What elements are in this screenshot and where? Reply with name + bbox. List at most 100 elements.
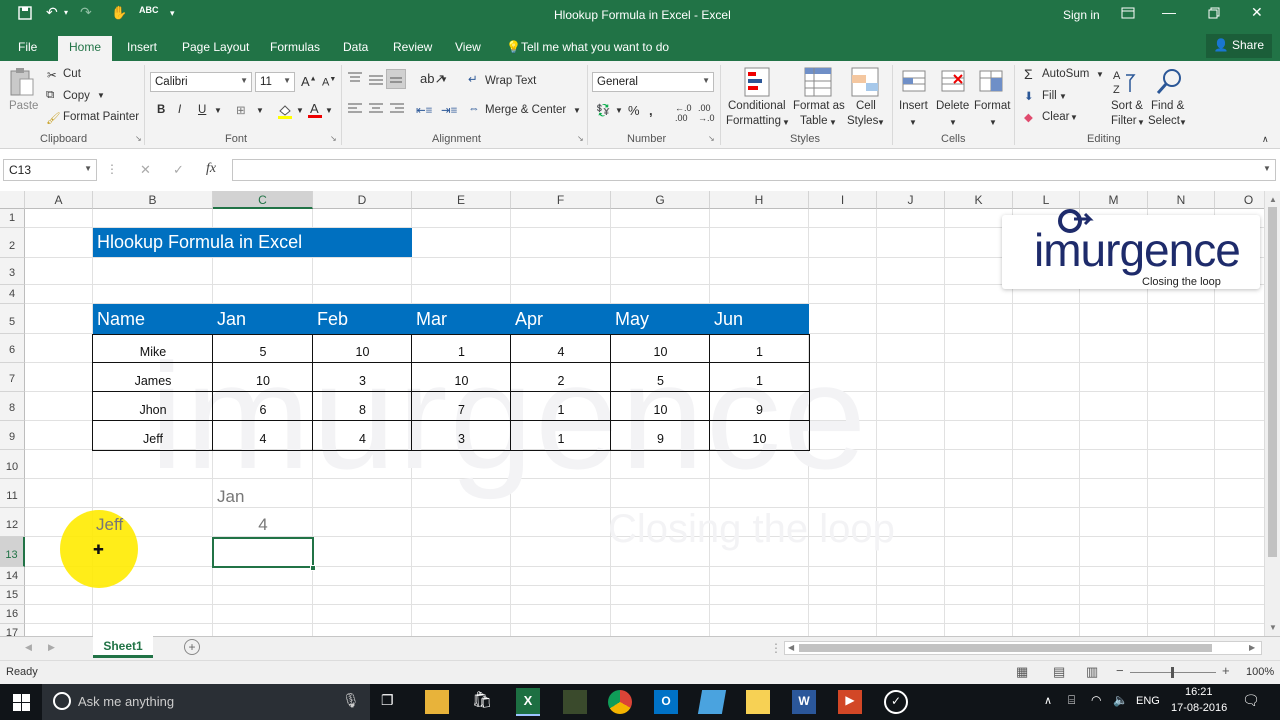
lookup-result-cell[interactable]: 4 (213, 515, 313, 535)
row-header[interactable]: 15 (0, 586, 25, 605)
column-header[interactable]: E (412, 191, 511, 209)
format-as-table-label-1[interactable]: Format as (793, 100, 845, 112)
fill-button[interactable]: Fill (1042, 90, 1057, 102)
wifi-icon[interactable]: ◠ (1091, 693, 1101, 707)
next-sheet-icon[interactable]: ▶ (48, 642, 55, 653)
table-cell[interactable]: 4 (313, 432, 412, 446)
clock-date[interactable]: 17-08-2016 (1171, 702, 1227, 714)
title-cell[interactable]: Hlookup Formula in Excel (93, 232, 302, 253)
table-cell[interactable]: 1 (710, 345, 809, 359)
collapse-ribbon-icon[interactable]: ∧ (1262, 134, 1269, 145)
table-cell[interactable]: 4 (213, 432, 313, 446)
table-cell[interactable]: 4 (511, 345, 611, 359)
clock-time[interactable]: 16:21 (1185, 686, 1213, 698)
copy-dropdown-icon[interactable]: ▼ (97, 91, 105, 100)
show-hidden-icons[interactable]: ∧ (1044, 694, 1052, 707)
table-cell[interactable]: Jhon (93, 403, 213, 417)
insert-function-icon[interactable]: fx (206, 161, 216, 177)
sort-filter-label-2[interactable]: Filter (1111, 115, 1137, 127)
table-cell[interactable]: 10 (313, 345, 412, 359)
format-dropdown-icon[interactable]: ▼ (989, 118, 997, 127)
borders-icon[interactable]: ⊞ (236, 103, 246, 117)
row-header[interactable]: 7 (0, 363, 25, 392)
tab-home[interactable]: Home (58, 36, 113, 61)
row-header[interactable]: 5 (0, 304, 25, 334)
table-cell[interactable]: 10 (213, 374, 313, 388)
autosum-dropdown-icon[interactable]: ▼ (1096, 70, 1104, 79)
table-cell[interactable]: 7 (412, 403, 511, 417)
action-center-icon[interactable]: 🗨 (1242, 692, 1260, 709)
table-cell[interactable]: 10 (412, 374, 511, 388)
table-cell[interactable]: 3 (412, 432, 511, 446)
formula-input[interactable] (232, 159, 1276, 181)
align-middle-icon[interactable] (369, 74, 383, 89)
italic-button[interactable]: I (178, 104, 181, 116)
format-as-table-label-2[interactable]: Table (800, 115, 828, 127)
find-dropdown-icon[interactable]: ▼ (1179, 118, 1187, 127)
column-header[interactable]: F (511, 191, 611, 209)
zoom-slider-thumb[interactable] (1171, 667, 1174, 678)
page-layout-view-icon[interactable]: ▤ (1053, 664, 1065, 680)
spelling-icon[interactable]: ABC (139, 5, 159, 15)
column-header[interactable]: I (809, 191, 877, 209)
cell-styles-label-1[interactable]: Cell (856, 100, 876, 112)
task-view-icon[interactable]: ❐ (381, 692, 394, 709)
tab-data[interactable]: Data (343, 40, 368, 54)
tab-review[interactable]: Review (393, 40, 432, 54)
outlook-icon[interactable]: O (654, 690, 678, 714)
row-header[interactable]: 9 (0, 421, 25, 450)
paste-label[interactable]: Paste (9, 100, 38, 112)
table-cell[interactable]: 1 (710, 374, 809, 388)
expand-formula-icon[interactable]: ▼ (1263, 164, 1271, 173)
header-may[interactable]: May (611, 309, 649, 330)
microphone-icon[interactable]: 🎙 (342, 692, 360, 709)
save-icon[interactable] (18, 6, 32, 23)
align-center-icon[interactable] (369, 103, 383, 118)
align-left-icon[interactable] (348, 103, 362, 118)
table-cell[interactable]: 10 (710, 432, 809, 446)
file-explorer-icon[interactable] (425, 690, 449, 714)
column-header[interactable]: H (710, 191, 809, 209)
sort-dropdown-icon[interactable]: ▼ (1137, 118, 1145, 127)
normal-view-icon[interactable]: ▦ (1016, 664, 1028, 680)
copy-button[interactable]: Copy (63, 90, 90, 102)
column-header[interactable]: O (1215, 191, 1264, 209)
percent-style-icon[interactable]: % (628, 103, 640, 118)
number-format-combo[interactable]: General ▼ (592, 72, 714, 92)
chrome-icon[interactable] (608, 690, 632, 714)
tab-formulas[interactable]: Formulas (270, 40, 320, 54)
table-cell[interactable]: 1 (412, 345, 511, 359)
header-apr[interactable]: Apr (511, 309, 543, 330)
sticky-notes-icon[interactable] (746, 690, 770, 714)
table-cell[interactable]: 3 (313, 374, 412, 388)
zoom-level[interactable]: 100% (1246, 666, 1274, 678)
column-header[interactable]: D (313, 191, 412, 209)
horizontal-scrollbar[interactable]: ◀ ▶ (784, 641, 1262, 655)
page-break-view-icon[interactable]: ▥ (1086, 664, 1098, 680)
fill-dropdown-icon[interactable]: ▼ (1059, 92, 1067, 101)
font-color-dropdown-icon[interactable]: ▼ (325, 106, 333, 115)
tab-file[interactable]: File (18, 40, 37, 54)
format-table-dropdown-icon[interactable]: ▼ (829, 118, 837, 127)
orientation-dropdown-icon[interactable]: ▼ (440, 75, 448, 84)
conditional-formatting-label-1[interactable]: Conditional (728, 100, 786, 112)
table-cell[interactable]: 8 (313, 403, 412, 417)
clear-button[interactable]: Clear (1042, 111, 1069, 123)
number-launcher-icon[interactable]: ↘ (708, 134, 715, 143)
autosum-button[interactable]: AutoSum (1042, 68, 1089, 80)
tab-splitter-icon[interactable]: ⋮ (770, 641, 782, 655)
scroll-right-icon[interactable]: ▶ (1249, 643, 1255, 652)
table-cell[interactable]: 5 (213, 345, 313, 359)
row-header[interactable]: 14 (0, 567, 25, 586)
alignment-launcher-icon[interactable]: ↘ (577, 134, 584, 143)
store-icon[interactable]: 🛍 (470, 690, 494, 714)
cancel-icon[interactable]: ✕ (140, 162, 151, 178)
clear-dropdown-icon[interactable]: ▼ (1070, 113, 1078, 122)
vertical-scrollbar[interactable]: ▲ ▼ (1264, 191, 1280, 636)
align-right-icon[interactable] (390, 103, 404, 118)
enter-icon[interactable]: ✓ (173, 162, 184, 178)
fill-dropdown-icon[interactable]: ▼ (296, 106, 304, 115)
clipboard-launcher-icon[interactable]: ↘ (135, 134, 142, 143)
row-header[interactable]: 11 (0, 479, 25, 508)
format-button[interactable]: Format (974, 100, 1010, 112)
